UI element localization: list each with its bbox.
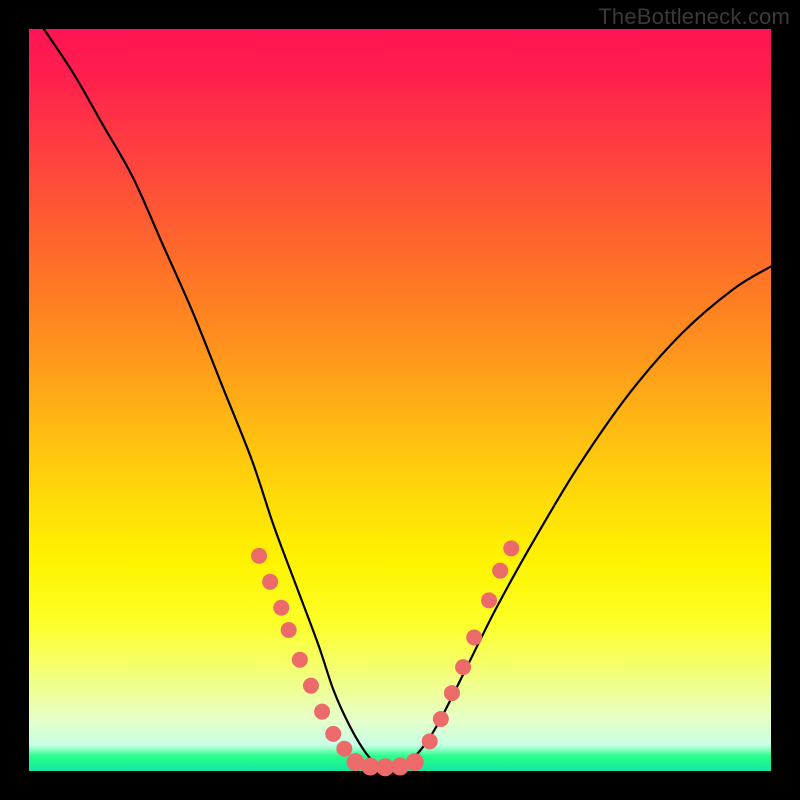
chart-frame: TheBottleneck.com [0, 0, 800, 800]
data-marker [433, 711, 449, 727]
data-marker [481, 592, 497, 608]
data-marker [303, 678, 319, 694]
data-marker [492, 563, 508, 579]
data-marker [503, 540, 519, 556]
data-markers [251, 540, 519, 776]
data-marker [455, 659, 471, 675]
data-marker [251, 548, 267, 564]
curve-right [385, 266, 771, 767]
watermark-text: TheBottleneck.com [598, 4, 790, 30]
curve-layer [29, 29, 771, 771]
data-marker [273, 600, 289, 616]
data-marker [281, 622, 297, 638]
data-marker [336, 741, 352, 757]
data-marker [422, 733, 438, 749]
data-marker [325, 726, 341, 742]
data-marker [444, 685, 460, 701]
data-marker [262, 574, 278, 590]
data-marker [314, 704, 330, 720]
plot-area [29, 29, 771, 771]
data-marker [466, 629, 482, 645]
data-marker [292, 652, 308, 668]
data-marker [406, 753, 424, 771]
curve-left [44, 29, 385, 767]
